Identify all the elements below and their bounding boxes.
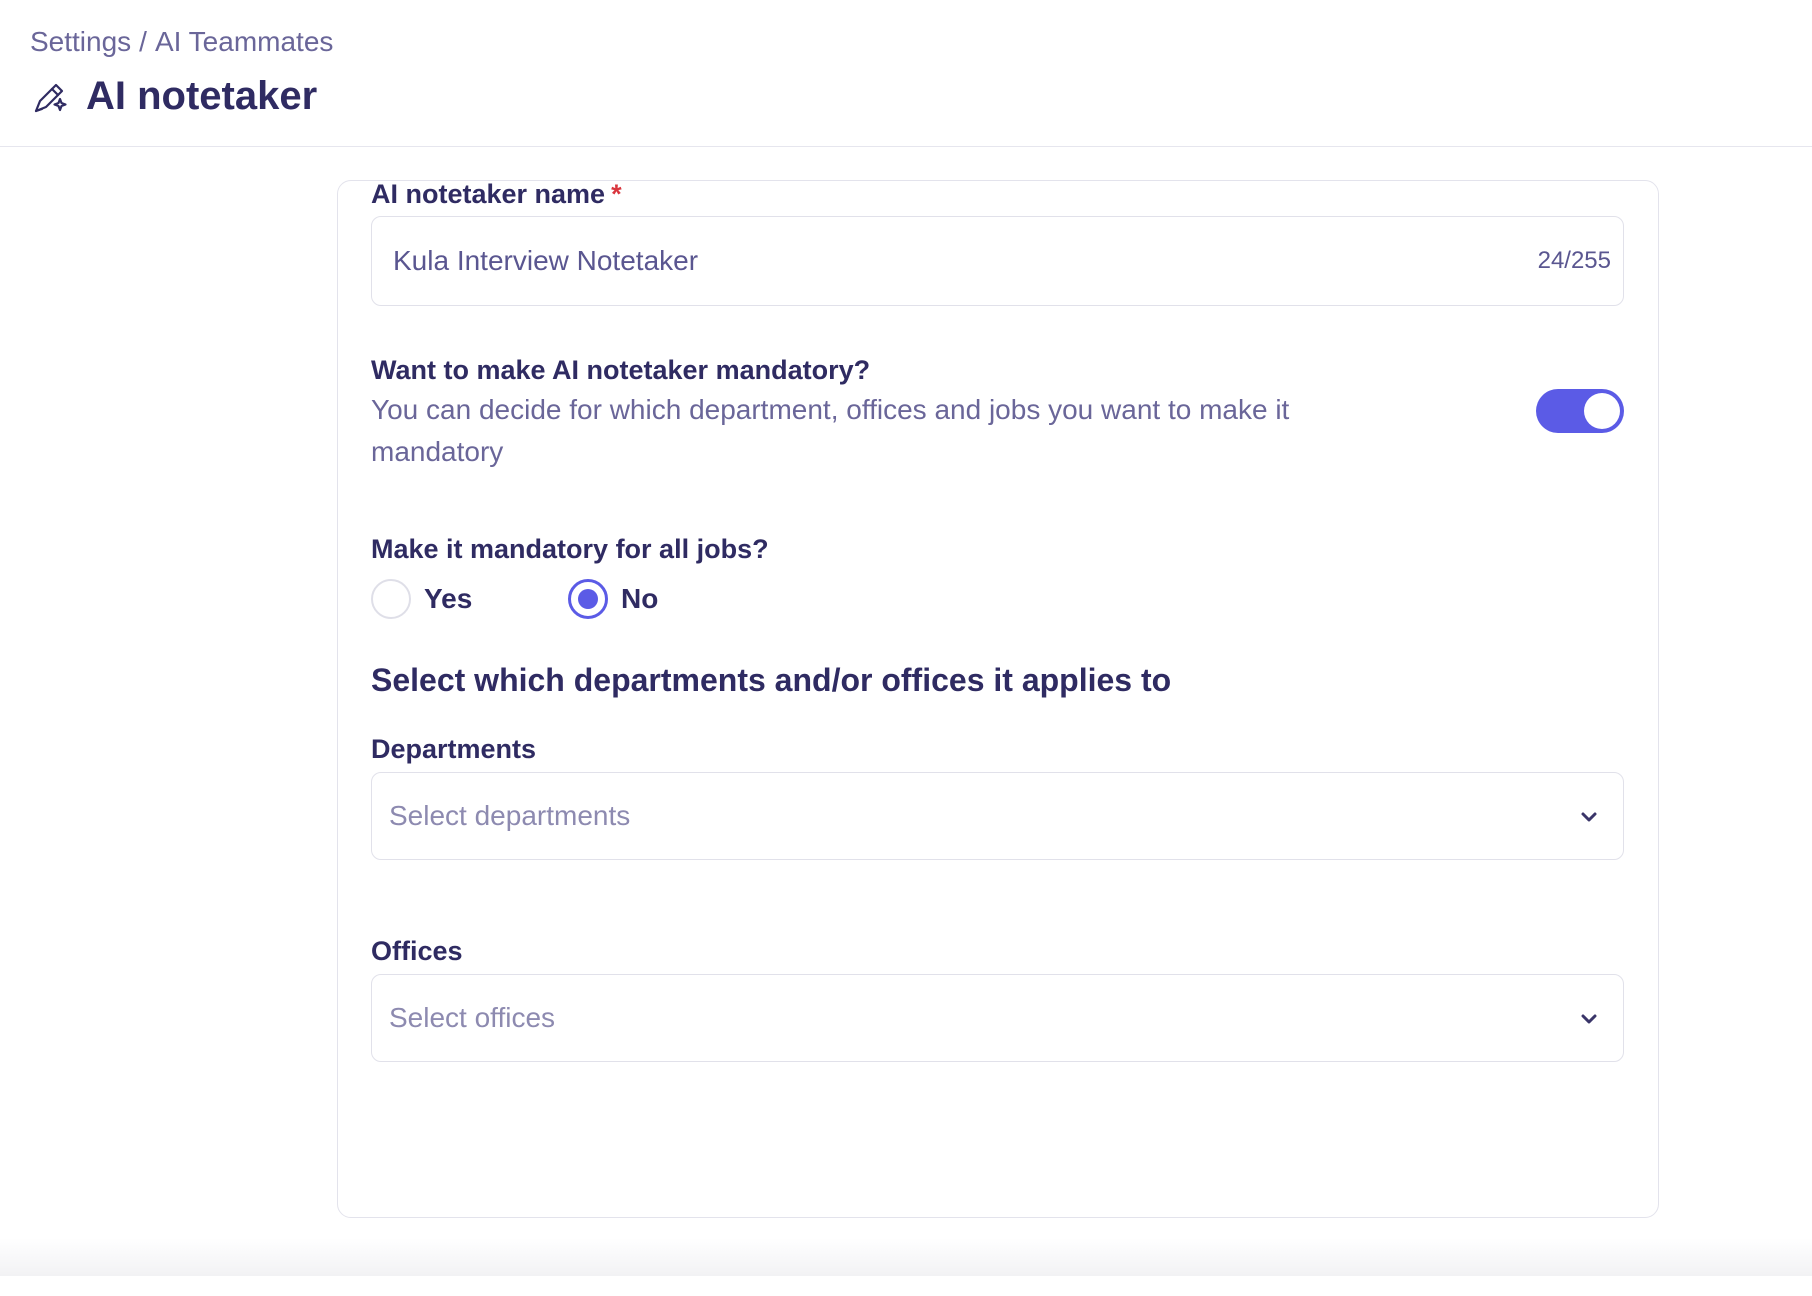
name-field-label: AI notetaker name * <box>371 179 622 210</box>
offices-placeholder: Select offices <box>389 1002 556 1033</box>
name-field-label-text: AI notetaker name <box>371 179 606 209</box>
mandatory-question-title: Want to make AI notetaker mandatory? <box>371 355 871 385</box>
breadcrumb-ai-teammates[interactable]: AI Teammates <box>155 26 333 57</box>
chevron-down-icon <box>1577 1007 1601 1031</box>
mandatory-toggle[interactable] <box>1536 389 1624 433</box>
offices-label: Offices <box>371 936 463 966</box>
mandatory-question-description: You can decide for which department, off… <box>371 394 1290 467</box>
radio-option-yes[interactable]: Yes <box>371 579 568 619</box>
breadcrumb-separator: / <box>139 26 147 57</box>
pen-sparkle-icon <box>30 77 70 117</box>
notetaker-name-input[interactable]: Kula Interview Notetaker 24/255 <box>371 216 1624 306</box>
applies-to-heading: Select which departments and/or offices … <box>371 662 1172 698</box>
title-row: AI notetaker <box>30 74 317 119</box>
all-jobs-question-title: Make it mandatory for all jobs? <box>371 534 769 564</box>
departments-placeholder: Select departments <box>389 800 631 831</box>
breadcrumb: Settings / AI Teammates <box>30 26 333 58</box>
offices-select[interactable]: Select offices <box>371 974 1624 1062</box>
footer-area <box>0 1276 1812 1296</box>
chevron-down-icon <box>1577 805 1601 829</box>
breadcrumb-settings[interactable]: Settings <box>30 26 131 57</box>
settings-card: AI notetaker name * Kula Interview Noteta… <box>337 179 1659 1218</box>
notetaker-name-value: Kula Interview Notetaker <box>393 245 699 276</box>
radio-no[interactable] <box>568 579 608 619</box>
radio-yes[interactable] <box>371 579 411 619</box>
radio-no-label: No <box>621 583 659 614</box>
radio-option-no[interactable]: No <box>568 579 658 619</box>
page-header: Settings / AI Teammates AI notetaker <box>0 0 1812 147</box>
footer-shadow <box>0 1238 1812 1276</box>
required-indicator: * <box>611 179 622 209</box>
radio-yes-label: Yes <box>424 583 473 614</box>
departments-label: Departments <box>371 734 537 764</box>
page-title: AI notetaker <box>86 74 318 118</box>
departments-select[interactable]: Select departments <box>371 772 1624 860</box>
character-counter: 24/255 <box>1537 247 1611 274</box>
toggle-knob <box>1584 393 1620 429</box>
all-jobs-radio-group: Yes No <box>371 579 658 619</box>
